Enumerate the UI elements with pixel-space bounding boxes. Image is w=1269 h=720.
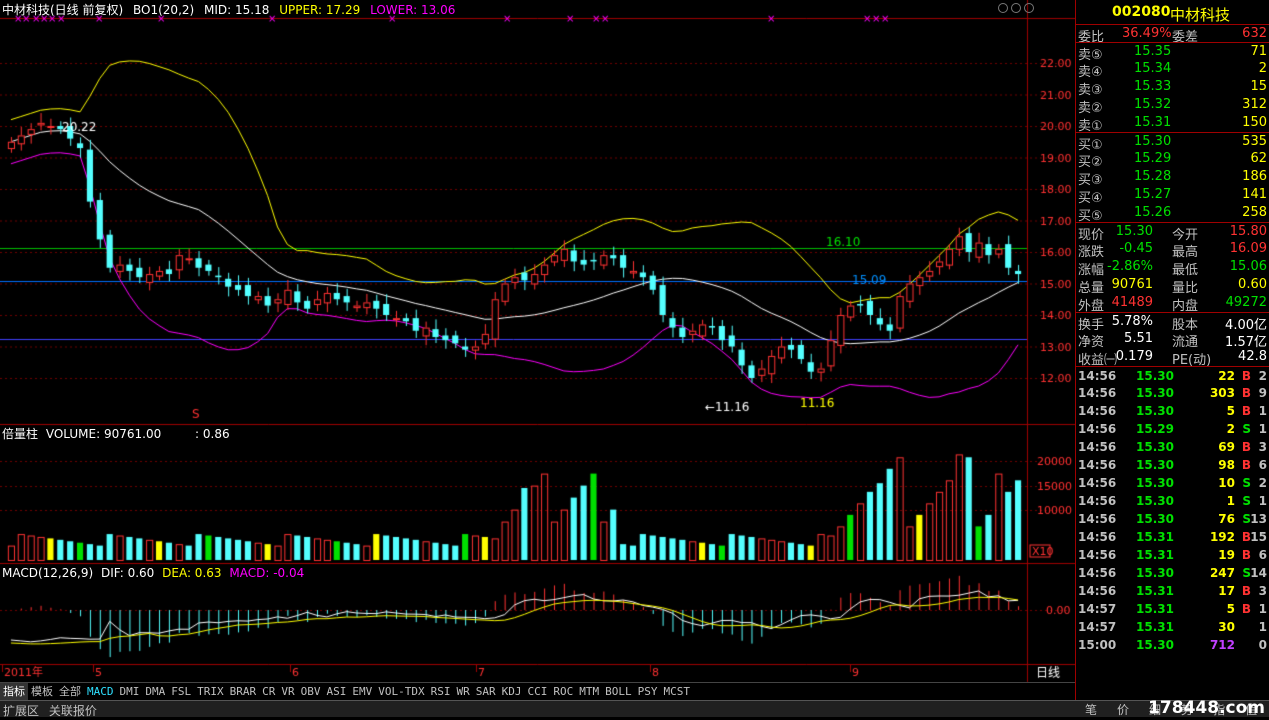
quote-panel: 002080 中材科技 委比 36.49% 委差 632 卖⑤ 15.35 71 卖④ 15.34 2…	[1075, 0, 1269, 700]
window-controls	[998, 2, 1037, 16]
finance-row: 换手 5.78% 股本 4.00亿	[1076, 312, 1269, 333]
volume-indicator-name: 倍量柱	[2, 427, 39, 441]
tab-mcst[interactable]: MCST	[660, 683, 693, 700]
tab-brar[interactable]: BRAR	[227, 683, 260, 700]
tick-row: 15:00 15.30 712 0	[1078, 638, 1267, 652]
lower-value: LOWER: 13.06	[370, 3, 456, 17]
tab-boll[interactable]: BOLL	[602, 683, 635, 700]
quote-row: 总量 90761 量比 0.60	[1078, 277, 1267, 296]
tab-asi[interactable]: ASI	[324, 683, 350, 700]
tick-row: 14:57 15.31 30 1	[1078, 620, 1267, 634]
tab-cci[interactable]: CCI	[524, 683, 550, 700]
quote-row: 涨幅 -2.86% 最低 15.06	[1078, 259, 1267, 278]
tick-row: 14:56 15.30 76 S 13	[1078, 512, 1267, 526]
tick-row: 14:56 15.30 303 B 9	[1078, 386, 1267, 400]
chart-canvas[interactable]	[0, 0, 1075, 700]
volume-value: VOLUME: 90761.00	[45, 427, 162, 441]
tick-row: 14:56 15.30 10 S 2	[1078, 476, 1267, 490]
tick-row: 14:56 15.30 69 B 3	[1078, 440, 1267, 454]
stock-id-row: 002080 中材科技	[1076, 0, 1269, 24]
restore-icon[interactable]	[1011, 3, 1021, 13]
tab-fsl[interactable]: FSL	[168, 683, 194, 700]
tab-sar[interactable]: SAR	[473, 683, 499, 700]
tick-row: 14:57 15.31 5 B 1	[1078, 602, 1267, 616]
indicator-name: BO1(20,2)	[133, 3, 195, 17]
tick-row: 14:56 15.31 19 B 6	[1078, 548, 1267, 562]
tab-模板[interactable]: 模板	[28, 683, 56, 700]
tab-macd[interactable]: MACD	[84, 683, 117, 700]
ask-row: 卖③ 15.33 15	[1078, 79, 1267, 98]
tab-trix[interactable]: TRIX	[194, 683, 227, 700]
volume-header: 倍量柱 VOLUME: 90761.00 : 0.86	[2, 425, 230, 442]
tick-row: 14:56 15.30 1 S 1	[1078, 494, 1267, 508]
upper-value: UPPER: 17.29	[279, 3, 361, 17]
side-tab[interactable]: 价	[1107, 700, 1139, 719]
side-tab[interactable]: 笔	[1075, 700, 1107, 719]
tab-wr[interactable]: WR	[453, 683, 472, 700]
tab-vr[interactable]: VR	[278, 683, 297, 700]
minimize-icon[interactable]	[998, 3, 1008, 13]
tab-cr[interactable]: CR	[259, 683, 278, 700]
stock-name: 中材科技	[1170, 6, 1231, 24]
macd-dif: DIF: 0.60	[100, 566, 155, 580]
bid-row: 买③ 15.28 186	[1078, 169, 1267, 188]
tab-dmi[interactable]: DMI	[117, 683, 143, 700]
tab-psy[interactable]: PSY	[635, 683, 661, 700]
chart-header: 中材科技(日线 前复权) BO1(20,2) MID: 15.18 UPPER:…	[2, 1, 461, 17]
quote-row: 涨跌 -0.45 最高 16.09	[1078, 241, 1267, 260]
bid-row: 买② 15.29 62	[1078, 151, 1267, 170]
tab-vol-tdx[interactable]: VOL-TDX	[375, 683, 427, 700]
tick-row: 14:56 15.29 2 S 1	[1078, 422, 1267, 436]
bid-row: 买① 15.30 535	[1076, 132, 1269, 153]
volume-ratio: : 0.86	[195, 427, 230, 441]
tick-row: 14:56 15.30 247 S 14	[1078, 566, 1267, 580]
finance-row: 收益㈠ 0.179 PE(动) 42.8	[1078, 349, 1267, 368]
tick-row: 14:56 15.30 22 B 2	[1076, 366, 1269, 384]
tab-emv[interactable]: EMV	[349, 683, 375, 700]
quote-row: 现价 15.30 今开 15.80	[1076, 222, 1269, 243]
tab-rsi[interactable]: RSI	[428, 683, 454, 700]
tick-row: 14:56 15.31 192 B 15	[1078, 530, 1267, 544]
bid-row: 买④ 15.27 141	[1078, 187, 1267, 206]
indicator-tabs: 指标 模板 全部 MACD DMI DMA FSL TRIX BRAR CR VR OBV ASI EMV…	[0, 682, 1075, 700]
tab-指标[interactable]: 指标	[0, 683, 28, 700]
ask-row: 卖② 15.32 312	[1078, 97, 1267, 116]
tab-dma[interactable]: DMA	[142, 683, 168, 700]
finance-row: 净资 5.51 流通 1.57亿	[1078, 331, 1267, 350]
tick-row: 14:56 15.31 17 B 3	[1078, 584, 1267, 598]
stock-code: 002080	[1112, 4, 1171, 20]
mid-value: MID: 15.18	[204, 3, 270, 17]
tick-row: 14:56 15.30 5 B 1	[1078, 404, 1267, 418]
related-quote-button[interactable]: 关联报价	[46, 701, 100, 720]
expand-area-button[interactable]: 扩展区	[0, 701, 42, 720]
ask-row: 卖④ 15.34 2	[1078, 61, 1267, 80]
macd-name: MACD(12,26,9)	[2, 566, 94, 580]
macd-dea: DEA: 0.63	[162, 566, 222, 580]
tab-roc[interactable]: ROC	[550, 683, 576, 700]
macd-header: MACD(12,26,9) DIF: 0.60 DEA: 0.63 MACD: …	[2, 566, 304, 580]
order-ratio-row: 委比 36.49% 委差 632	[1076, 24, 1269, 45]
stock-title: 中材科技(日线 前复权)	[2, 3, 124, 17]
tab-obv[interactable]: OBV	[298, 683, 324, 700]
tab-kdj[interactable]: KDJ	[499, 683, 525, 700]
ask-row: 卖⑤ 15.35 71	[1076, 42, 1269, 63]
bid-row: 买⑤ 15.26 258	[1078, 205, 1267, 224]
close-icon[interactable]	[1024, 3, 1034, 13]
macd-value: MACD: -0.04	[229, 566, 305, 580]
quote-row: 外盘 41489 内盘 49272	[1078, 295, 1267, 314]
watermark: 178448.com	[1148, 698, 1265, 718]
tab-mtm[interactable]: MTM	[576, 683, 602, 700]
tab-全部[interactable]: 全部	[56, 683, 84, 700]
tick-row: 14:56 15.30 98 B 6	[1078, 458, 1267, 472]
ask-row: 卖① 15.31 150	[1078, 115, 1267, 134]
